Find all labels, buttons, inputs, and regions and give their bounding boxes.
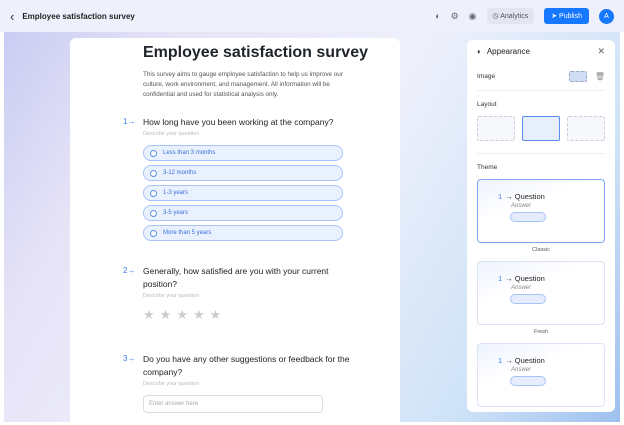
preview-icon[interactable]: ◉ (469, 11, 477, 22)
analytics-button[interactable]: ◷ Analytics (487, 8, 535, 24)
question-hint: Describe your question (143, 131, 400, 137)
survey-title: Employee satisfaction survey (22, 12, 135, 21)
radio-icon (150, 230, 157, 237)
theme-classic[interactable]: 1→ Question Answer (477, 179, 605, 243)
radio-icon (150, 170, 157, 177)
question-number: 1→ (123, 117, 135, 126)
question-3[interactable]: 3→ Do you have any other suggestions or … (143, 353, 400, 413)
option[interactable]: 3-5 years (143, 205, 343, 221)
question-2[interactable]: 2→ Generally, how satisfied are you with… (143, 265, 400, 323)
avatar[interactable]: A (599, 9, 614, 24)
star-icon[interactable]: ★ (176, 307, 188, 323)
trash-icon[interactable]: 🗑 (595, 72, 605, 81)
theme-third[interactable]: 1→ Question Answer (477, 343, 605, 407)
star-rating[interactable]: ★★★★★ (143, 307, 400, 323)
publish-label: Publish (559, 13, 582, 20)
question-text: How long have you been working at the co… (143, 116, 358, 129)
close-icon[interactable]: ✕ (597, 46, 605, 57)
layout-option-center[interactable] (522, 116, 560, 141)
theme-name: Fresh (477, 329, 605, 335)
appearance-panel: ◐ Appearance ✕ Image 🗑 Layout Theme 1→ Ques… (467, 40, 615, 412)
question-number: 3→ (123, 354, 135, 363)
question-text: Do you have any other suggestions or fee… (143, 353, 358, 379)
settings-icon[interactable]: ⚙ (451, 11, 459, 22)
theme-label: Theme (477, 164, 605, 171)
question-hint: Describe your question (143, 293, 400, 299)
option[interactable]: 1-3 years (143, 185, 343, 201)
option[interactable]: Less than 3 months (143, 145, 343, 161)
survey-card: Employee satisfaction survey This survey… (70, 38, 400, 425)
top-bar: ‹ Employee satisfaction survey ◐ ⚙ ◉ ◷ A… (0, 0, 624, 32)
star-icon[interactable]: ★ (160, 307, 172, 323)
analytics-label: Analytics (500, 13, 528, 20)
star-icon[interactable]: ★ (210, 307, 222, 323)
question-text: Generally, how satisfied are you with yo… (143, 265, 358, 291)
question-number: 2→ (123, 266, 135, 275)
image-thumbnail[interactable] (569, 71, 587, 82)
option[interactable]: More than 5 years (143, 225, 343, 241)
star-icon[interactable]: ★ (193, 307, 205, 323)
publish-button[interactable]: ➤ Publish (544, 8, 589, 24)
layout-option-left[interactable] (477, 116, 515, 141)
radio-icon (150, 210, 157, 217)
panel-title: Appearance (487, 47, 530, 56)
theme-fresh[interactable]: 1→ Question Answer (477, 261, 605, 325)
star-icon[interactable]: ★ (143, 307, 155, 323)
image-label: Image (477, 73, 495, 80)
radio-icon (150, 150, 157, 157)
answer-input[interactable]: Enter answer here (143, 395, 323, 413)
back-icon[interactable]: ‹ (10, 9, 14, 24)
question-hint: Describe your question (143, 381, 400, 387)
layout-label: Layout (477, 101, 605, 108)
question-1[interactable]: 1→ How long have you been working at the… (143, 116, 400, 241)
palette-icon: ◐ (477, 47, 482, 56)
page-title: Employee satisfaction survey (143, 44, 400, 62)
layout-option-top[interactable] (567, 116, 605, 141)
radio-icon (150, 190, 157, 197)
palette-icon[interactable]: ◐ (435, 11, 440, 21)
survey-description: This survey aims to gauge employee satis… (143, 70, 361, 100)
theme-name: Classic (477, 247, 605, 253)
option[interactable]: 3-12 months (143, 165, 343, 181)
